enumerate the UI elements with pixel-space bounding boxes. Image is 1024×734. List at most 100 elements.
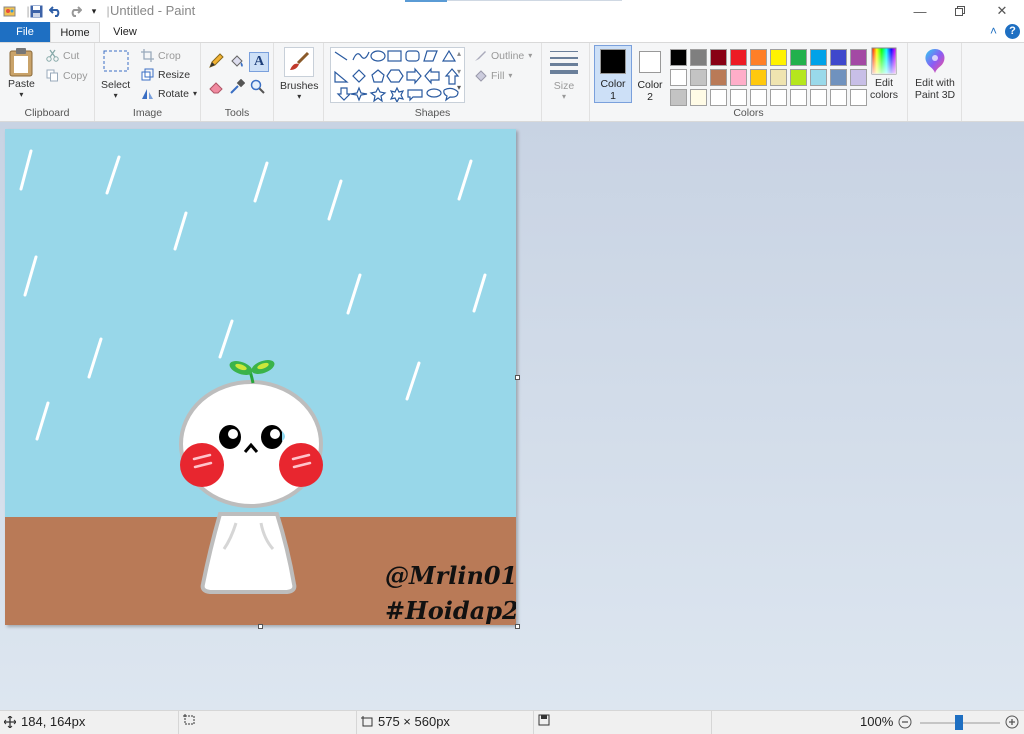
palette-swatch[interactable] — [830, 69, 847, 86]
palette-swatch[interactable] — [850, 49, 867, 66]
palette-swatch[interactable] — [830, 89, 847, 106]
tab-view[interactable]: View — [100, 22, 150, 42]
palette-swatch[interactable] — [770, 49, 787, 66]
shapes-scroll-down-icon[interactable]: ▾ — [457, 67, 461, 76]
minimize-button[interactable]: — — [900, 0, 940, 22]
help-icon[interactable]: ? — [1005, 23, 1020, 39]
shapes-more-icon[interactable]: ▾ — [457, 83, 461, 92]
status-bar: 184, 164px 575 × 560px 100% — [0, 710, 1024, 734]
zoom-slider-thumb[interactable] — [955, 715, 963, 730]
palette-swatch[interactable] — [850, 89, 867, 106]
image-group-label: Image — [132, 107, 163, 119]
line-size-icon — [549, 49, 579, 75]
restore-button[interactable] — [940, 0, 980, 22]
copy-icon — [46, 69, 59, 82]
shapes-gallery-icons[interactable] — [331, 48, 464, 104]
save-icon[interactable] — [28, 3, 44, 19]
palette-swatch[interactable] — [690, 89, 707, 106]
colors-group-label: Colors — [733, 107, 764, 119]
palette-swatch[interactable] — [750, 49, 767, 66]
size-button[interactable]: Size ▾ — [549, 49, 579, 101]
crop-label: Crop — [158, 49, 181, 62]
color2-selector[interactable]: Color 2 — [634, 45, 666, 103]
palette-swatch[interactable] — [730, 89, 747, 106]
undo-icon[interactable] — [48, 3, 64, 19]
drawing-canvas[interactable]: @Mrlin0112 #Hoidap247 — [5, 129, 516, 625]
image-size-icon — [361, 715, 373, 728]
palette-swatch[interactable] — [750, 89, 767, 106]
collapse-ribbon-icon[interactable]: ˄ — [990, 24, 997, 38]
fill-shape-icon — [474, 69, 487, 82]
zoom-in-icon[interactable] — [1005, 715, 1019, 729]
palette-swatch[interactable] — [710, 69, 727, 86]
palette-swatch[interactable] — [770, 89, 787, 106]
resize-icon — [141, 68, 154, 81]
palette-swatch[interactable] — [750, 69, 767, 86]
edit-with-paint3d-button[interactable]: Edit with Paint 3D — [911, 47, 959, 101]
select-button[interactable]: Select ▾ — [101, 49, 130, 100]
outline-label: Outline — [491, 49, 525, 62]
paste-button[interactable]: Paste ▾ — [8, 47, 35, 99]
palette-swatch[interactable] — [670, 89, 687, 106]
title-bar: | ▾ | Untitled - Paint — ✕ — [0, 0, 1024, 22]
title-accent-bar — [405, 0, 447, 2]
brushes-button[interactable]: Brushes ▾ — [280, 47, 319, 101]
palette-swatch[interactable] — [690, 69, 707, 86]
resize-handle-right[interactable] — [515, 375, 520, 380]
cut-button[interactable]: Cut — [46, 49, 79, 62]
shapes-group: ▴ ▾ ▾ Outline ▾ Fill ▾ Shapes — [324, 43, 542, 121]
crop-button[interactable]: Crop — [141, 49, 181, 62]
magnifier-icon[interactable] — [250, 79, 266, 95]
pencil-icon[interactable] — [208, 53, 224, 69]
outline-button[interactable]: Outline ▾ — [474, 49, 532, 62]
tab-home[interactable]: Home — [50, 22, 100, 43]
palette-swatch[interactable] — [830, 49, 847, 66]
edit-colors-button[interactable]: Edit colors — [866, 47, 902, 101]
redo-icon[interactable] — [67, 3, 83, 19]
palette-swatch[interactable] — [730, 49, 747, 66]
tab-file[interactable]: File — [0, 22, 50, 42]
fill-icon[interactable] — [229, 53, 245, 69]
rotate-dropdown-icon: ▾ — [192, 89, 197, 98]
text-icon[interactable]: A — [249, 52, 269, 72]
zoom-out-icon[interactable] — [898, 715, 912, 729]
color1-selector[interactable]: Color 1 — [594, 45, 632, 103]
palette-swatch[interactable] — [810, 89, 827, 106]
color1-label: Color — [600, 78, 626, 90]
tools-group: A Tools — [201, 43, 274, 121]
signature-line-2: #Hoidap247 — [385, 596, 516, 625]
palette-swatch[interactable] — [790, 69, 807, 86]
palette-swatch[interactable] — [770, 69, 787, 86]
palette-swatch[interactable] — [670, 69, 687, 86]
status-separator — [356, 711, 357, 734]
fill-button[interactable]: Fill ▾ — [474, 69, 512, 82]
resize-handle-bottom[interactable] — [258, 624, 263, 629]
rotate-button[interactable]: Rotate ▾ — [141, 87, 197, 100]
copy-button[interactable]: Copy — [46, 69, 88, 82]
color-spectrum-icon — [871, 47, 897, 75]
paste-dropdown-icon: ▾ — [19, 90, 24, 99]
eraser-icon[interactable] — [208, 79, 224, 95]
palette-swatch[interactable] — [850, 69, 867, 86]
palette-swatch[interactable] — [710, 89, 727, 106]
palette-swatch[interactable] — [730, 69, 747, 86]
shapes-scroll-up-icon[interactable]: ▴ — [457, 49, 461, 58]
color-picker-icon[interactable] — [229, 79, 245, 95]
title-accent-line — [447, 0, 622, 1]
palette-swatch[interactable] — [670, 49, 687, 66]
palette-swatch[interactable] — [790, 89, 807, 106]
shapes-group-label: Shapes — [414, 107, 451, 119]
color2-label: Color — [637, 79, 663, 91]
shapes-gallery — [330, 47, 465, 104]
palette-swatch[interactable] — [810, 49, 827, 66]
brushes-label: Brushes — [280, 80, 319, 92]
palette-swatch[interactable] — [790, 49, 807, 66]
color2-swatch — [639, 51, 661, 73]
close-button[interactable]: ✕ — [982, 0, 1022, 22]
palette-swatch[interactable] — [690, 49, 707, 66]
cursor-position-text: 184, 164px — [21, 714, 86, 729]
resize-handle-corner[interactable] — [515, 624, 520, 629]
palette-swatch[interactable] — [810, 69, 827, 86]
resize-button[interactable]: Resize — [141, 68, 190, 81]
palette-swatch[interactable] — [710, 49, 727, 66]
